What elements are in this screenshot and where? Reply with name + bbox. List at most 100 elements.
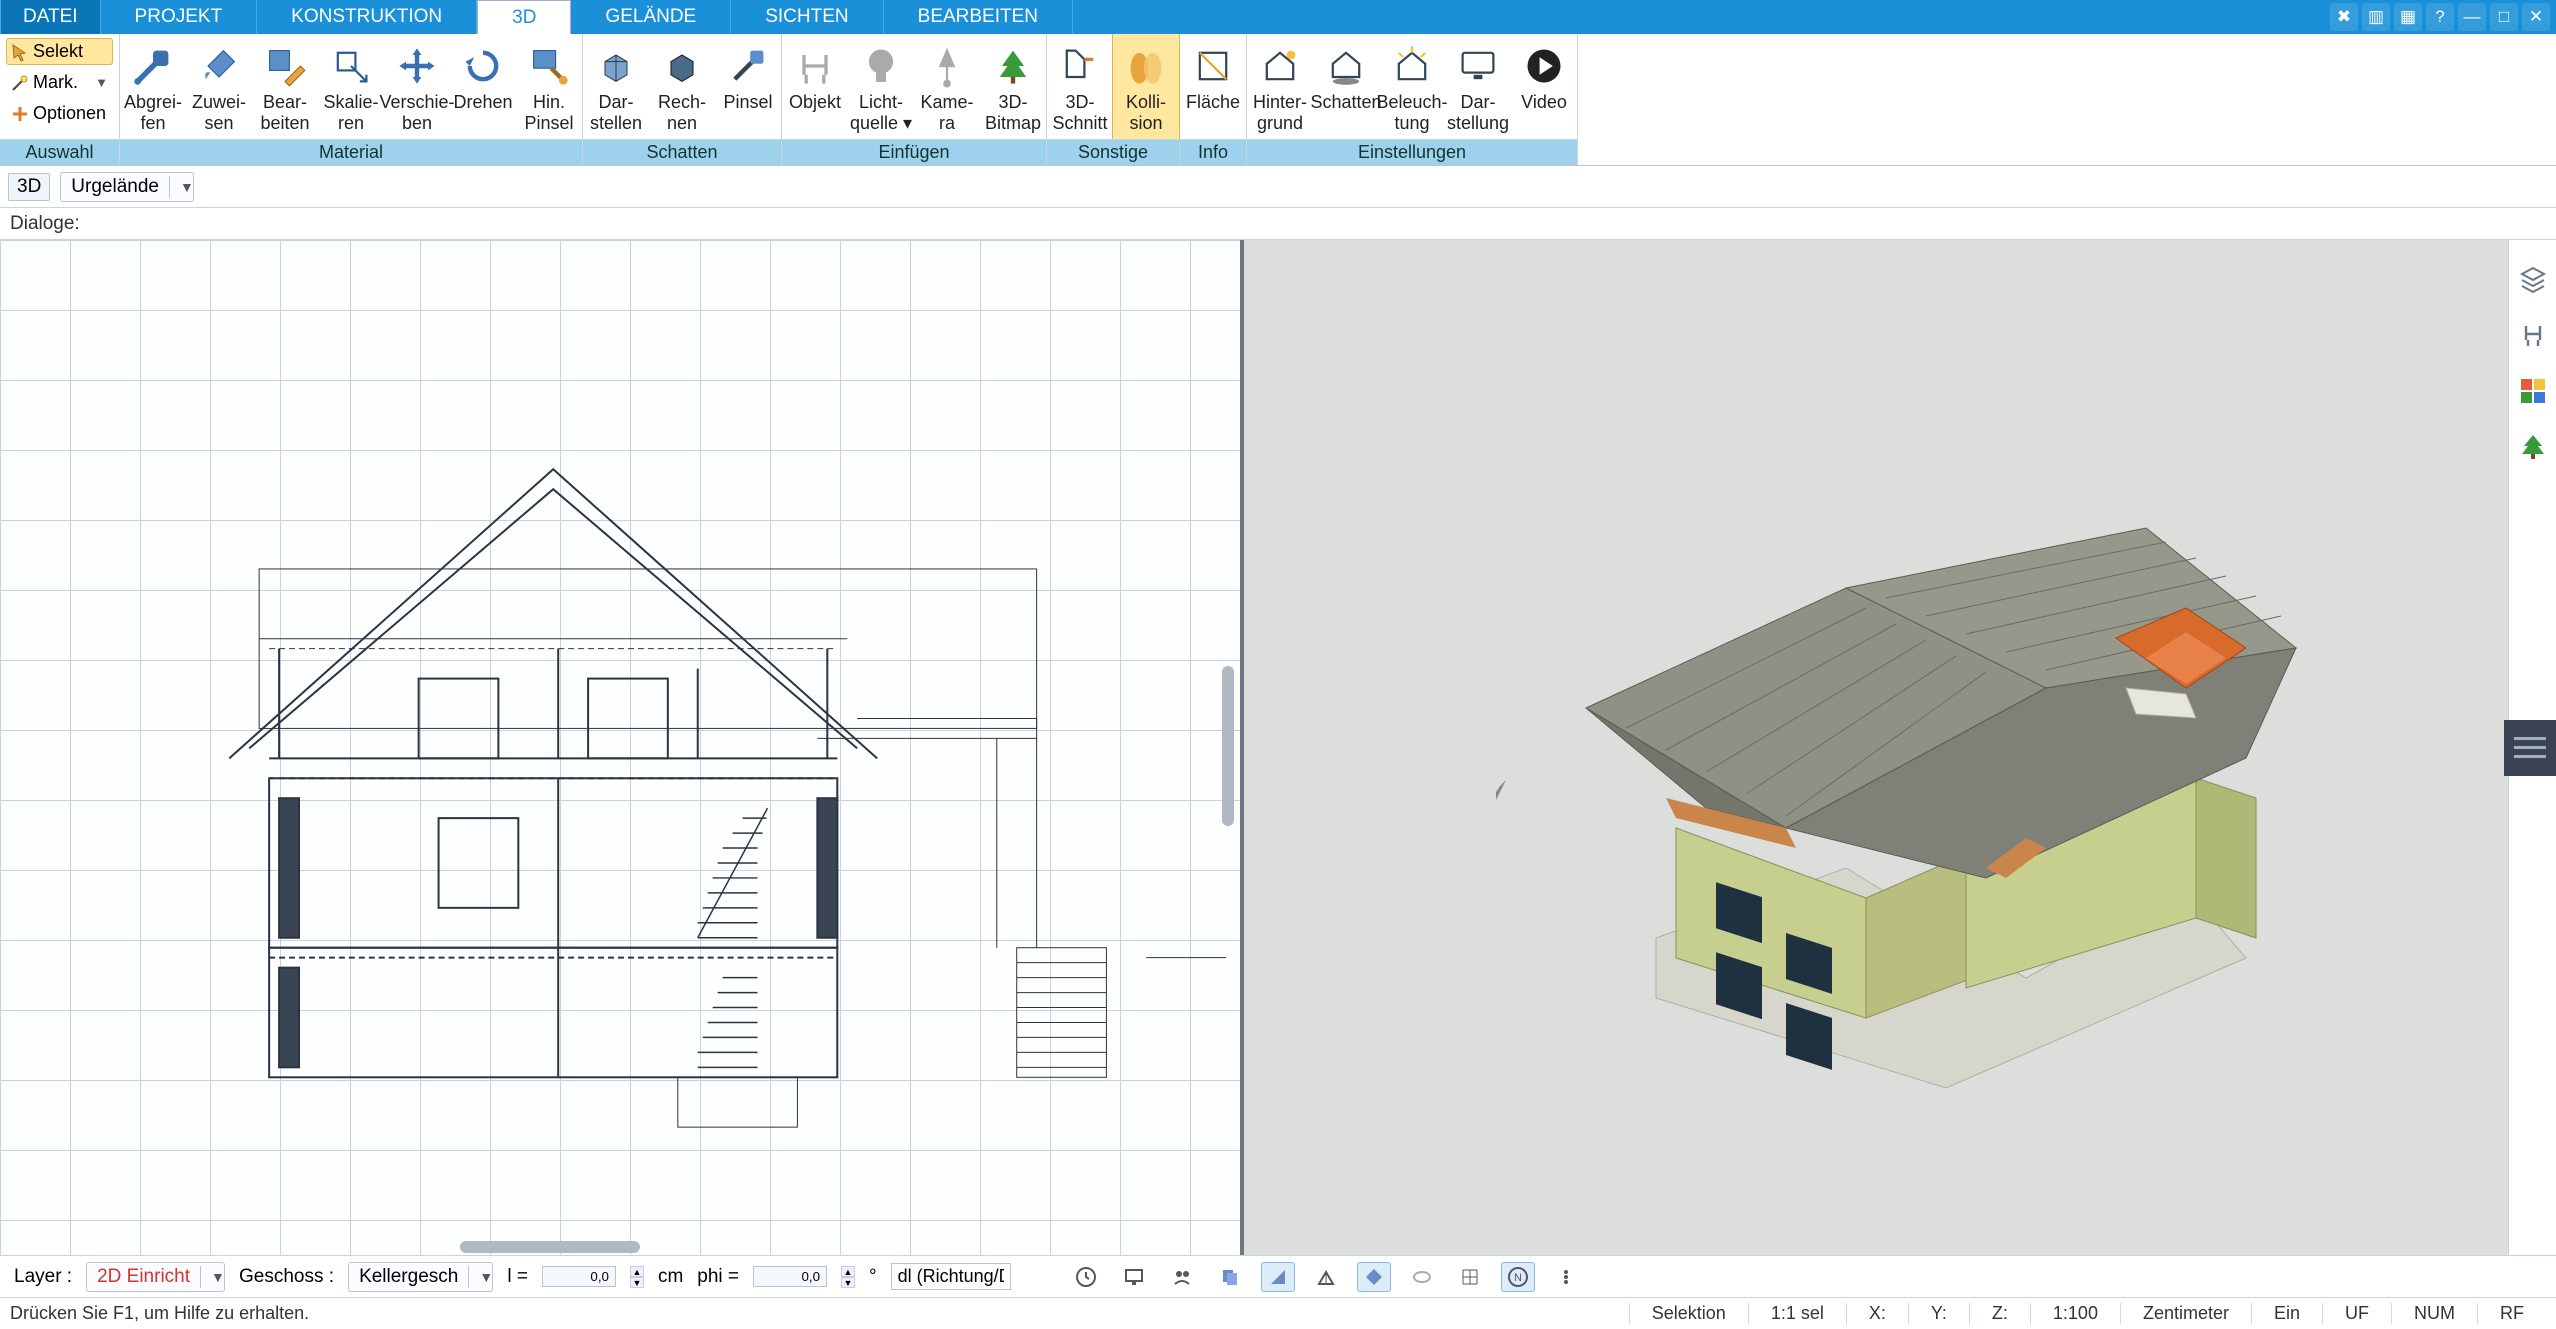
group-label-sonstige: Sonstige: [1047, 139, 1179, 165]
video-button[interactable]: Video: [1511, 34, 1577, 139]
mode-indicator[interactable]: 3D: [8, 173, 50, 201]
swatches-icon[interactable]: [2516, 374, 2550, 408]
darstellung-button[interactable]: Dar-stellung: [1445, 34, 1511, 139]
tab-projekt[interactable]: PROJEKT: [101, 0, 258, 34]
tab-bearbeiten[interactable]: BEARBEITEN: [884, 0, 1073, 34]
more-icon[interactable]: [1549, 1262, 1583, 1292]
abgreifen-button[interactable]: Abgrei-fen: [120, 34, 186, 139]
tab-sichten[interactable]: SICHTEN: [731, 0, 883, 34]
tab-file[interactable]: DATEI: [0, 0, 101, 34]
layer-value: 2D Einricht: [87, 1263, 200, 1291]
tree-icon[interactable]: [2516, 430, 2550, 464]
tab-gelaende[interactable]: GELÄNDE: [571, 0, 731, 34]
snap-diamond-icon[interactable]: [1357, 1262, 1391, 1292]
close-button[interactable]: ✕: [2522, 3, 2550, 31]
splitter-handle[interactable]: [1222, 666, 1234, 826]
bulb-icon: [859, 44, 903, 88]
terrain-combo-value: Urgelände: [61, 173, 169, 201]
zuweisen-button[interactable]: Zuwei-sen: [186, 34, 252, 139]
objekt-button[interactable]: Objekt: [782, 34, 848, 139]
flaeche-button[interactable]: Fläche: [1180, 34, 1246, 139]
beleuchtung-button[interactable]: Beleuch-tung: [1379, 34, 1445, 139]
ribbon-group-einstellungen: Hinter-grund Schatten Beleuch-tung Dar-s…: [1247, 34, 1578, 165]
schatten-pinsel-button[interactable]: Pinsel: [715, 34, 781, 139]
schatten-darstellen-button[interactable]: Dar-stellen: [583, 34, 649, 139]
kollision-button[interactable]: Kolli-sion: [1113, 34, 1179, 139]
collision-icon: [1124, 44, 1168, 88]
status-num: NUM: [2391, 1303, 2477, 1324]
lichtquelle-button[interactable]: Licht-quelle ▾: [848, 34, 914, 139]
view-2d[interactable]: [0, 240, 1244, 1255]
tab-3d[interactable]: 3D: [477, 0, 571, 34]
grid-toggle-icon[interactable]: [1453, 1262, 1487, 1292]
kamera-button[interactable]: Kame-ra: [914, 34, 980, 139]
status-uf: UF: [2322, 1303, 2391, 1324]
status-help: Drücken Sie F1, um Hilfe zu erhalten.: [10, 1303, 331, 1324]
bearbeiten-button[interactable]: Bear-beiten: [252, 34, 318, 139]
geschoss-value: Kellergesch: [349, 1263, 468, 1291]
layers-icon[interactable]: [2516, 262, 2550, 296]
3dschnitt-button[interactable]: 3D-Schnitt: [1047, 34, 1113, 139]
ribbon-group-material: Abgrei-fen Zuwei-sen Bear-beiten Skalie-…: [120, 34, 583, 165]
sheets-icon[interactable]: [1213, 1262, 1247, 1292]
chair-icon: [793, 44, 837, 88]
snap-disk-icon[interactable]: [1405, 1262, 1439, 1292]
terrain-combo[interactable]: Urgelände ▼: [60, 172, 194, 202]
app-icon-tools[interactable]: ✖: [2330, 3, 2358, 31]
window-buttons: ✖ ▥ ▦ ? — □ ✕: [2330, 0, 2556, 34]
3dbitmap-button[interactable]: 3D-Bitmap: [980, 34, 1046, 139]
maximize-button[interactable]: □: [2490, 3, 2518, 31]
screen-icon[interactable]: [1117, 1262, 1151, 1292]
schatten-rechnen-button[interactable]: Rech-nen: [649, 34, 715, 139]
dl-input[interactable]: [891, 1263, 1011, 1290]
app-icon-help[interactable]: ?: [2426, 3, 2454, 31]
minimize-button[interactable]: —: [2458, 3, 2486, 31]
skalieren-button[interactable]: Skalie-ren: [318, 34, 384, 139]
tab-konstruktion[interactable]: KONSTRUKTION: [257, 0, 477, 34]
phi-spinner[interactable]: ▲▼: [841, 1266, 855, 1288]
scale-icon: [329, 44, 373, 88]
horizontal-scrollbar-thumb[interactable]: [460, 1241, 640, 1253]
sub-toolbar: 3D Urgelände ▼: [0, 166, 2556, 208]
hinpinsel-button[interactable]: Hin.Pinsel: [516, 34, 582, 139]
length-input[interactable]: [542, 1266, 616, 1287]
length-spinner[interactable]: ▲▼: [630, 1266, 644, 1288]
layer-combo[interactable]: 2D Einricht ▼: [86, 1262, 225, 1292]
view-3d[interactable]: [1244, 240, 2508, 1255]
hintergrund-button[interactable]: Hinter-grund: [1247, 34, 1313, 139]
geschoss-label: Geschoss :: [239, 1266, 334, 1288]
area-icon: [1191, 44, 1235, 88]
phi-input[interactable]: [753, 1266, 827, 1287]
optionen-button[interactable]: Optionen: [6, 100, 113, 127]
clock-icon[interactable]: [1069, 1262, 1103, 1292]
layer-label: Layer :: [14, 1266, 72, 1288]
mark-button[interactable]: Mark. ▼: [6, 69, 113, 96]
ribbon-group-schatten: Dar-stellen Rech-nen Pinsel Schatten: [583, 34, 782, 165]
verschieben-button[interactable]: Verschie-ben: [384, 34, 450, 139]
chair-icon[interactable]: [2516, 318, 2550, 352]
material-edit-icon: [263, 44, 307, 88]
length-unit: cm: [658, 1266, 683, 1288]
length-label: l =: [507, 1266, 528, 1288]
compass-icon[interactable]: N: [1501, 1262, 1535, 1292]
geschoss-combo[interactable]: Kellergesch ▼: [348, 1262, 493, 1292]
cube-calc-icon: [660, 44, 704, 88]
snap-tri1-icon[interactable]: [1261, 1262, 1295, 1292]
einst-schatten-button[interactable]: Schatten: [1313, 34, 1379, 139]
group-label-info: Info: [1180, 139, 1246, 165]
bottom-toolbar: Layer : 2D Einricht ▼ Geschoss : Kellerg…: [0, 1255, 2556, 1297]
main-tabstrip: DATEI PROJEKT KONSTRUKTION 3D GELÄNDE SI…: [0, 0, 2556, 34]
status-selection: Selektion: [1629, 1303, 1748, 1324]
drehen-button[interactable]: Drehen: [450, 34, 516, 139]
app-icon-stack[interactable]: ▦: [2394, 3, 2422, 31]
side-drawer-handle[interactable]: [2504, 720, 2556, 776]
dialoge-bar: Dialoge:: [0, 208, 2556, 240]
app-icon-tidy[interactable]: ▥: [2362, 3, 2390, 31]
selekt-button[interactable]: Selekt: [6, 38, 113, 65]
tree-icon: [991, 44, 1035, 88]
group-label-einfuegen: Einfügen: [782, 139, 1046, 165]
snap-tri2-icon[interactable]: [1309, 1262, 1343, 1292]
group-icon[interactable]: [1165, 1262, 1199, 1292]
status-x: X:: [1846, 1303, 1908, 1324]
status-rf: RF: [2477, 1303, 2546, 1324]
